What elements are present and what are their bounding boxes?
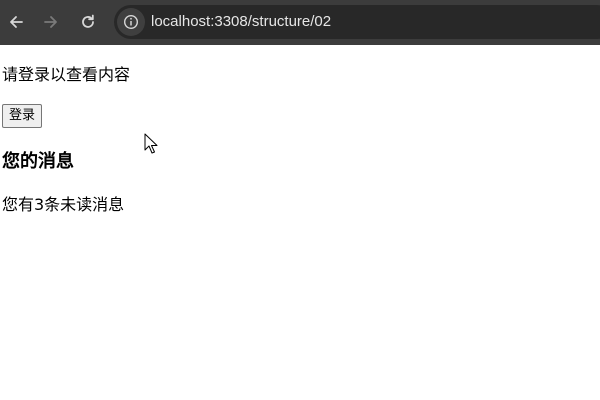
reload-icon — [82, 14, 94, 28]
browser-toolbar: localhost:3308/structure/02 — [0, 0, 600, 45]
info-circle-icon — [123, 14, 139, 30]
url-text[interactable]: localhost:3308/structure/02 — [151, 13, 331, 30]
arrow-left-icon — [10, 16, 23, 28]
unread-messages-text: 您有3条未读消息 — [2, 195, 125, 214]
address-bar[interactable]: localhost:3308/structure/02 — [114, 5, 600, 39]
messages-heading: 您的消息 — [2, 151, 74, 172]
site-info-button[interactable] — [117, 8, 145, 36]
back-button[interactable] — [4, 10, 28, 34]
forward-button[interactable] — [39, 10, 63, 34]
login-prompt-text: 请登录以查看内容 — [2, 65, 131, 84]
arrow-right-icon — [44, 16, 57, 28]
mouse-cursor-icon — [144, 133, 158, 154]
page-content: 请登录以查看内容 登录 您的消息 您有3条未读消息 — [0, 45, 600, 400]
login-button[interactable]: 登录 — [2, 104, 43, 128]
reload-button[interactable] — [76, 10, 100, 34]
